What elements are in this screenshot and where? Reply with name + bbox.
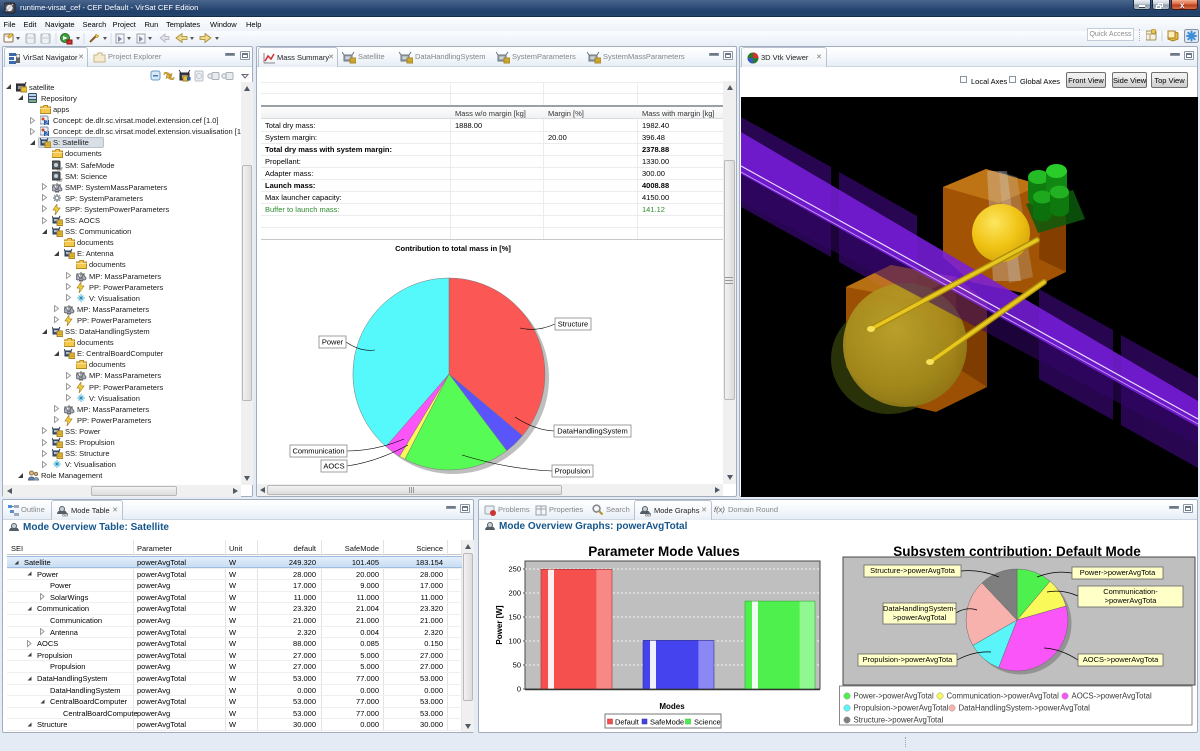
svg-text:Structure: Structure: [558, 320, 588, 329]
svg-text:cef: cef: [62, 513, 69, 518]
svg-text:200: 200: [508, 589, 521, 598]
svg-text:Modes: Modes: [659, 702, 685, 711]
svg-text:Communication->powerAvgTotal: Communication->powerAvgTotal: [947, 692, 1060, 701]
svg-text:Communication-: Communication-: [1103, 587, 1158, 596]
svg-text:Structure->powerAvgTota: Structure->powerAvgTota: [870, 566, 956, 575]
svg-text:Power [W]: Power [W]: [495, 605, 504, 644]
svg-text:Structure->powerAvgTotal: Structure->powerAvgTotal: [854, 716, 944, 725]
svg-text:100: 100: [508, 637, 521, 646]
svg-text:Power: Power: [322, 338, 344, 347]
svg-text:DataHandlingSystem-: DataHandlingSystem-: [883, 604, 956, 613]
svg-text:AOCS->powerAvgTota: AOCS->powerAvgTota: [1083, 655, 1159, 664]
svg-text:>powerAvgTotal: >powerAvgTotal: [893, 613, 947, 622]
svg-text:0: 0: [517, 685, 521, 694]
svg-text:Propulsion->powerAvgTotal: Propulsion->powerAvgTotal: [854, 704, 949, 713]
svg-text:SafeMode: SafeMode: [650, 718, 684, 727]
svg-text:Power->powerAvgTotal: Power->powerAvgTotal: [854, 692, 935, 701]
svg-text:DataHandlingSystem->powerAvgTo: DataHandlingSystem->powerAvgTotal: [959, 704, 1091, 713]
svg-text:150: 150: [508, 613, 521, 622]
svg-text:AOCS: AOCS: [323, 462, 344, 471]
svg-text:>powerAvgTota: >powerAvgTota: [1105, 596, 1158, 605]
svg-text:250: 250: [508, 565, 521, 574]
svg-text:Power->powerAvgTota: Power->powerAvgTota: [1080, 568, 1156, 577]
svg-text:Communication: Communication: [292, 447, 344, 456]
svg-text:50: 50: [513, 661, 521, 670]
svg-text:Science: Science: [694, 718, 721, 727]
svg-text:DataHandlingSystem: DataHandlingSystem: [557, 427, 627, 436]
svg-text:Propulsion: Propulsion: [555, 467, 590, 476]
svg-text:AOCS->powerAvgTotal: AOCS->powerAvgTotal: [1072, 692, 1153, 701]
svg-text:Default: Default: [615, 718, 640, 727]
svg-text:Propulsion->powerAvgTota: Propulsion->powerAvgTota: [863, 655, 954, 664]
